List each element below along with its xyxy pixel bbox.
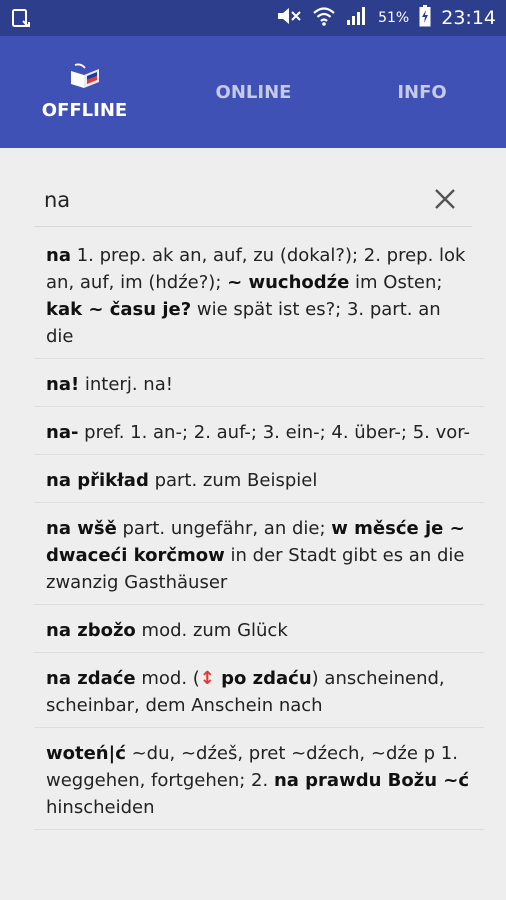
list-item[interactable]: woteń|ć ~du, ~dźeš, pret ~dźech, ~dźe p … <box>34 728 484 830</box>
entry-headword: kak ~ času je? <box>46 299 192 320</box>
book-flag-icon <box>67 63 103 94</box>
tab-bar: OFFLINE ONLINE INFO <box>0 36 506 184</box>
screenshot-icon <box>10 7 32 33</box>
clock: 23:14 <box>441 7 496 29</box>
search-input[interactable] <box>44 184 414 216</box>
status-bar: 51% 23:14 <box>0 0 506 36</box>
entry-text: im Osten; <box>349 272 443 293</box>
dictionary-panel: na 1. prep. ak an, auf, zu (dokal?); 2. … <box>0 148 506 900</box>
battery-percent: 51% <box>378 10 410 26</box>
entry-headword: ~ wuchodźe <box>227 272 350 293</box>
entry-text: hinscheiden <box>46 797 155 818</box>
tab-offline[interactable]: OFFLINE <box>0 36 169 148</box>
entry-text: mod. zum Glück <box>135 620 288 641</box>
list-item[interactable]: na zdaće mod. (↕ po zdaću) anscheinend, … <box>34 653 484 728</box>
entry-headword: na přikład <box>46 470 149 491</box>
close-icon[interactable] <box>430 184 460 214</box>
tab-info[interactable]: INFO <box>338 36 506 148</box>
entry-headword: na wšě <box>46 518 117 539</box>
entry-text: interj. na! <box>79 374 173 395</box>
entry-text: part. zum Beispiel <box>148 470 318 491</box>
tab-offline-label: OFFLINE <box>41 100 128 121</box>
entry-text: mod. ( <box>135 668 200 689</box>
entry-text: pref. 1. an-; 2. auf-; 3. ein-; 4. über-… <box>78 422 471 443</box>
wifi-icon <box>312 6 336 31</box>
list-item[interactable]: na 1. prep. ak an, auf, zu (dokal?); 2. … <box>34 230 484 359</box>
tab-info-label: INFO <box>397 81 447 103</box>
list-item[interactable]: na přikład part. zum Beispiel <box>34 455 484 503</box>
list-item[interactable]: na! interj. na! <box>34 359 484 407</box>
entry-headword: na <box>46 245 71 266</box>
tab-online-label: ONLINE <box>215 81 292 103</box>
list-item[interactable]: na- pref. 1. an-; 2. auf-; 3. ein-; 4. ü… <box>34 407 484 455</box>
entry-headword: na prawdu Božu ~ć <box>273 770 470 791</box>
entry-headword: na! <box>46 374 80 395</box>
entry-headword: na zbožo <box>46 620 136 641</box>
tab-online[interactable]: ONLINE <box>169 36 338 148</box>
results-list: na 1. prep. ak an, auf, zu (dokal?); 2. … <box>34 230 484 830</box>
list-item[interactable]: na wšě part. ungefähr, an die; w měsće j… <box>34 503 484 605</box>
entry-text: part. ungefähr, an die; <box>116 518 332 539</box>
entry-headword: na- <box>46 422 79 443</box>
signal-icon <box>346 6 368 31</box>
mute-icon <box>276 6 302 31</box>
search-box <box>34 176 472 227</box>
battery-charging-icon <box>419 4 431 32</box>
entry-headword: woteń|ć <box>46 743 126 764</box>
list-item[interactable]: na zbožo mod. zum Glück <box>34 605 484 653</box>
cross-reference-icon: ↕ <box>199 668 215 689</box>
entry-headword: na zdaće <box>46 668 136 689</box>
entry-headword: po zdaću <box>214 668 312 689</box>
